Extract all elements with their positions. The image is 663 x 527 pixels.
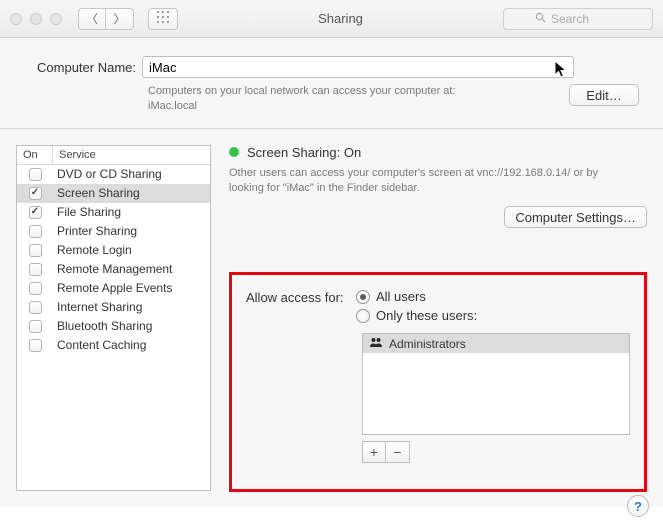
radio-only-these-users-label: Only these users:: [376, 308, 477, 323]
computer-name-label: Computer Name:: [24, 60, 142, 75]
service-label: File Sharing: [53, 205, 121, 219]
service-row[interactable]: Printer Sharing: [17, 222, 210, 241]
service-label: Content Caching: [53, 338, 146, 352]
zoom-window-dot[interactable]: [50, 13, 62, 25]
service-label: Remote Management: [53, 262, 172, 276]
add-user-button[interactable]: +: [362, 441, 386, 463]
service-checkbox[interactable]: [29, 339, 42, 352]
minimize-window-dot[interactable]: [30, 13, 42, 25]
service-row[interactable]: Screen Sharing: [17, 184, 210, 203]
search-input[interactable]: [551, 12, 621, 26]
service-row[interactable]: Content Caching: [17, 336, 210, 355]
services-header-on: On: [17, 146, 53, 164]
remove-user-button[interactable]: −: [386, 441, 410, 463]
status-indicator-icon: [229, 147, 239, 157]
service-checkbox[interactable]: [29, 301, 42, 314]
radio-only-these-users[interactable]: [356, 309, 370, 323]
traffic-lights: [10, 13, 62, 25]
service-row[interactable]: Internet Sharing: [17, 298, 210, 317]
nav-buttons: 〈 〉: [78, 8, 134, 30]
computer-settings-button[interactable]: Computer Settings…: [504, 206, 647, 228]
people-icon: [369, 337, 383, 351]
close-window-dot[interactable]: [10, 13, 22, 25]
search-icon: [535, 12, 546, 26]
service-checkbox[interactable]: [29, 168, 42, 181]
status-title: Screen Sharing: On: [247, 145, 361, 160]
service-label: DVD or CD Sharing: [53, 167, 162, 181]
service-label: Remote Login: [53, 243, 132, 257]
back-button[interactable]: 〈: [78, 8, 106, 30]
service-checkbox[interactable]: [29, 320, 42, 333]
service-checkbox[interactable]: [29, 225, 42, 238]
radio-all-users-label: All users: [376, 289, 426, 304]
computer-name-input[interactable]: [142, 56, 574, 78]
search-field[interactable]: [503, 8, 653, 30]
service-label: Internet Sharing: [53, 300, 142, 314]
service-row[interactable]: Bluetooth Sharing: [17, 317, 210, 336]
service-row[interactable]: File Sharing: [17, 203, 210, 222]
service-label: Screen Sharing: [53, 186, 140, 200]
service-row[interactable]: DVD or CD Sharing: [17, 165, 210, 184]
services-table: On Service DVD or CD Sharing Screen Shari…: [16, 145, 211, 491]
chevron-left-icon: 〈: [86, 10, 98, 27]
service-checkbox[interactable]: [29, 187, 42, 200]
services-header-service: Service: [53, 146, 102, 164]
service-row[interactable]: Remote Login: [17, 241, 210, 260]
chevron-right-icon: 〉: [113, 10, 125, 27]
help-button[interactable]: ?: [627, 495, 649, 517]
service-detail: Screen Sharing: On Other users can acces…: [211, 145, 647, 491]
window-title: Sharing: [186, 11, 495, 26]
radio-all-users[interactable]: [356, 290, 370, 304]
window-titlebar: 〈 〉 Sharing: [0, 0, 663, 38]
show-all-button[interactable]: [148, 8, 178, 30]
user-row[interactable]: Administrators: [363, 334, 629, 353]
service-label: Bluetooth Sharing: [53, 319, 152, 333]
user-row-label: Administrators: [389, 337, 466, 351]
service-row[interactable]: Remote Apple Events: [17, 279, 210, 298]
access-highlight-box: Allow access for: All users Only these u…: [229, 272, 647, 492]
service-checkbox[interactable]: [29, 244, 42, 257]
users-list[interactable]: Administrators: [362, 333, 630, 435]
service-row[interactable]: Remote Management: [17, 260, 210, 279]
service-label: Printer Sharing: [53, 224, 137, 238]
service-label: Remote Apple Events: [53, 281, 172, 295]
status-description: Other users can access your computer's s…: [229, 166, 629, 197]
service-checkbox[interactable]: [29, 282, 42, 295]
service-checkbox[interactable]: [29, 263, 42, 276]
computer-name-subtext: Computers on your local network can acce…: [148, 84, 557, 114]
services-header: On Service: [17, 146, 210, 165]
forward-button[interactable]: 〉: [106, 8, 134, 30]
grid-icon: [157, 11, 169, 26]
computer-name-section: Computer Name: Computers on your local n…: [0, 38, 663, 129]
allow-access-label: Allow access for:: [246, 289, 356, 305]
sharing-main: On Service DVD or CD Sharing Screen Shari…: [0, 129, 663, 507]
edit-hostname-button[interactable]: Edit…: [569, 84, 639, 106]
service-checkbox[interactable]: [29, 206, 42, 219]
